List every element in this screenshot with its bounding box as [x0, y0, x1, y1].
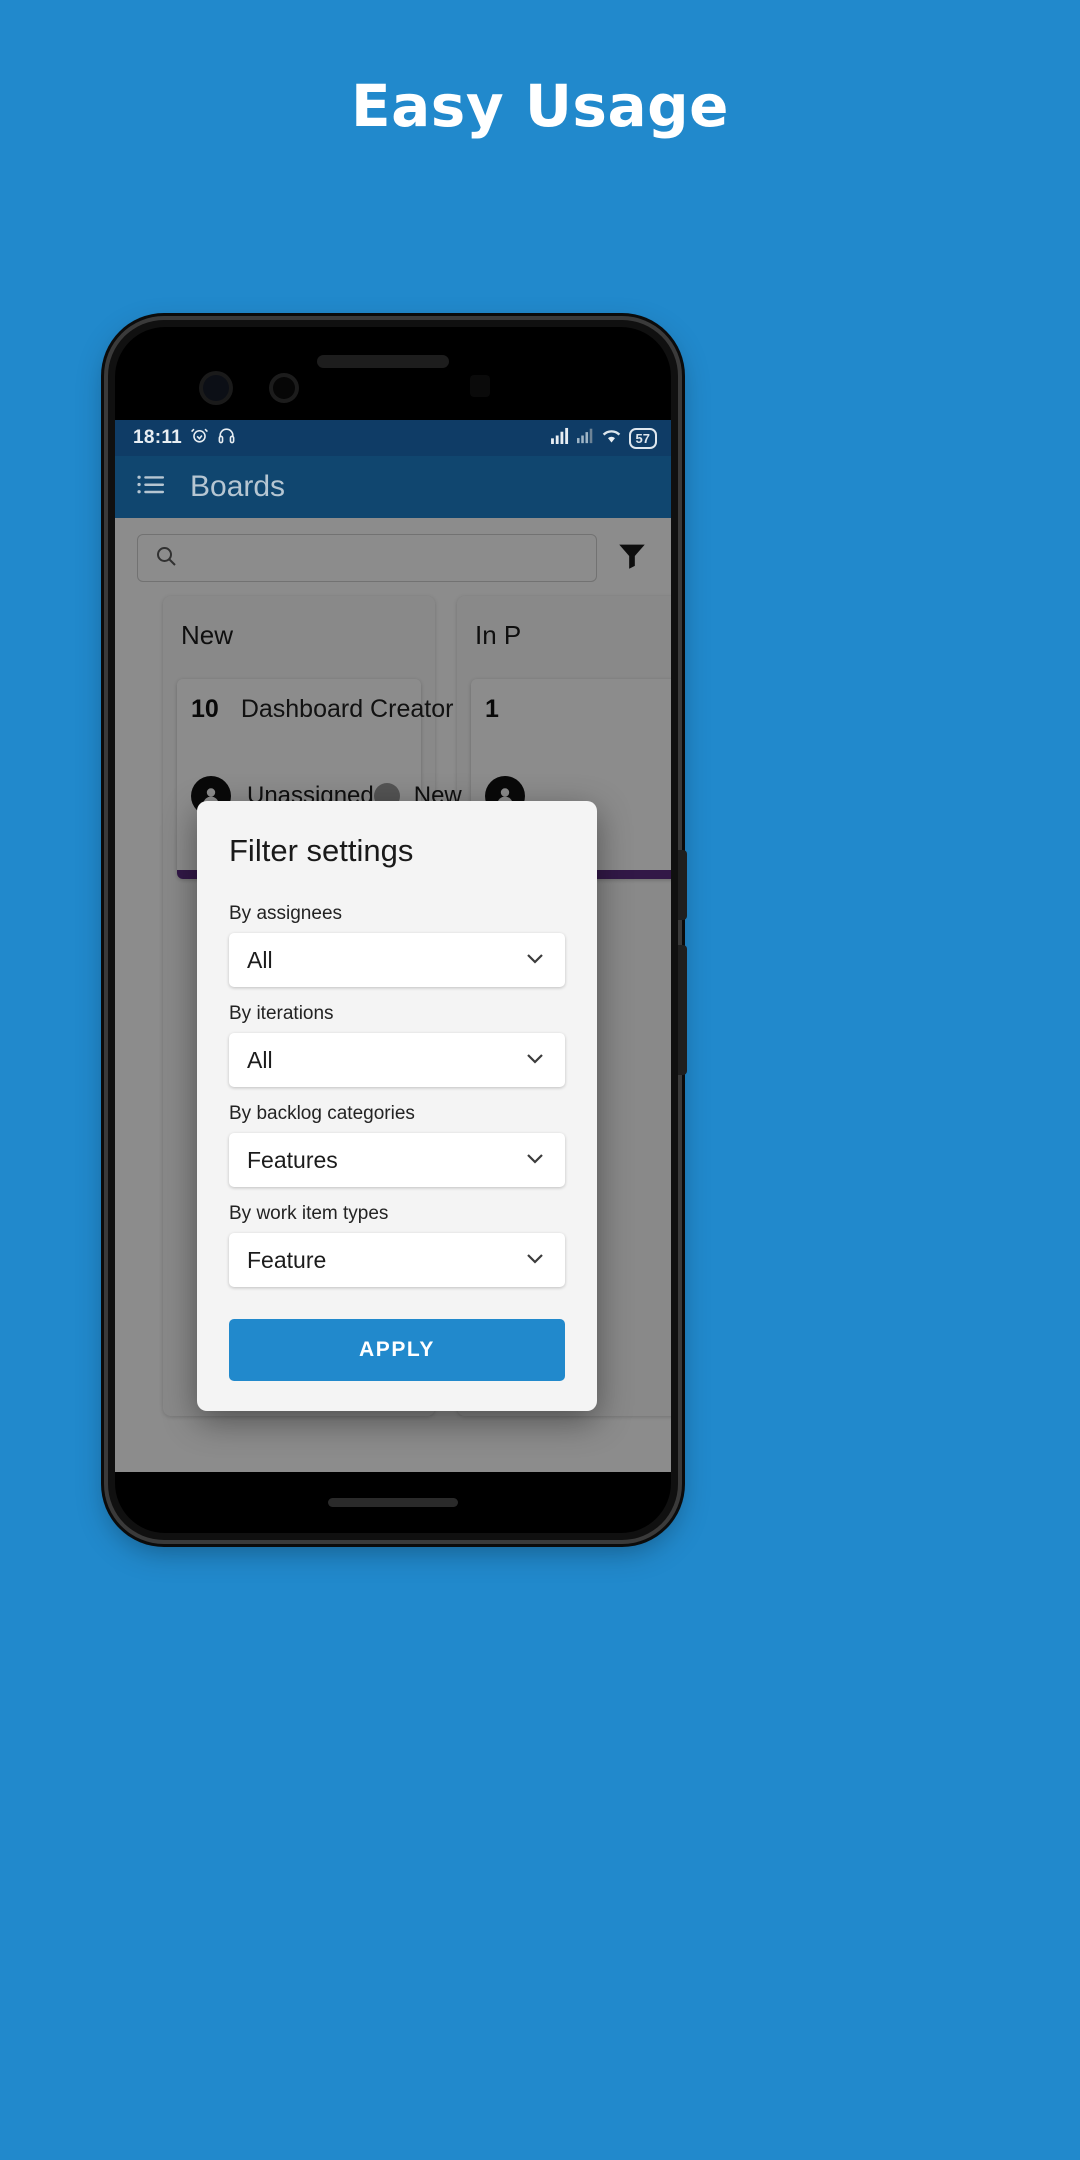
apply-button[interactable]: APPLY: [229, 1319, 565, 1381]
chevron-down-icon: [523, 946, 547, 975]
battery-indicator: 57: [628, 427, 657, 449]
chevron-down-icon: [523, 1046, 547, 1075]
signal-icon: [550, 427, 570, 449]
status-bar-left: 18:11: [133, 426, 236, 450]
proximity-sensor-icon: [470, 375, 490, 397]
wifi-icon: [601, 427, 622, 449]
list-menu-icon[interactable]: [137, 474, 164, 500]
chevron-down-icon: [523, 1246, 547, 1275]
select-value: All: [247, 1046, 273, 1073]
select-iterations[interactable]: All: [229, 1033, 565, 1087]
field-label-backlog-categories: By backlog categories: [229, 1103, 415, 1124]
select-value: All: [247, 946, 273, 973]
status-bar: 18:11 57: [115, 420, 671, 456]
earpiece-icon: [317, 355, 449, 368]
field-label-iterations: By iterations: [229, 1003, 334, 1024]
side-button-volume[interactable]: [678, 945, 687, 1075]
front-camera-icon: [203, 375, 229, 401]
field-label-work-item-types: By work item types: [229, 1203, 389, 1224]
status-time: 18:11: [133, 427, 183, 448]
select-work-item-types[interactable]: Feature: [229, 1233, 565, 1287]
filter-settings-dialog: Filter settings By assignees All By iter…: [197, 801, 597, 1411]
navigation-bar-handle: [328, 1498, 458, 1507]
select-backlog-categories[interactable]: Features: [229, 1133, 565, 1187]
secondary-camera-icon: [273, 377, 295, 399]
phone-frame: 18:11 57 Boards New 10 Dashboard Creator…: [108, 320, 687, 1540]
side-button-power[interactable]: [678, 850, 687, 920]
app-bar-title: Boards: [190, 470, 286, 503]
signal-alt-icon: [576, 427, 594, 449]
chevron-down-icon: [523, 1146, 547, 1175]
dialog-title: Filter settings: [229, 833, 414, 868]
field-label-assignees: By assignees: [229, 903, 343, 924]
phone-bezel: 18:11 57 Boards New 10 Dashboard Creator…: [115, 327, 671, 1533]
select-value: Feature: [247, 1246, 327, 1273]
promo-screenshot: Easy Usage 18:11 57 Boards New 10 Dashbo…: [0, 0, 1080, 2160]
page-title: Easy Usage: [351, 72, 729, 140]
headphones-icon: [217, 426, 236, 450]
select-assignees[interactable]: All: [229, 933, 565, 987]
phone-screen: 18:11 57 Boards New 10 Dashboard Creator…: [115, 420, 671, 1472]
alarm-icon: [190, 426, 209, 450]
app-bar: Boards: [115, 456, 671, 518]
board-content: New 10 Dashboard Creator Unassigned New …: [115, 518, 671, 1472]
select-value: Features: [247, 1146, 338, 1173]
status-bar-right: 57: [550, 427, 657, 449]
